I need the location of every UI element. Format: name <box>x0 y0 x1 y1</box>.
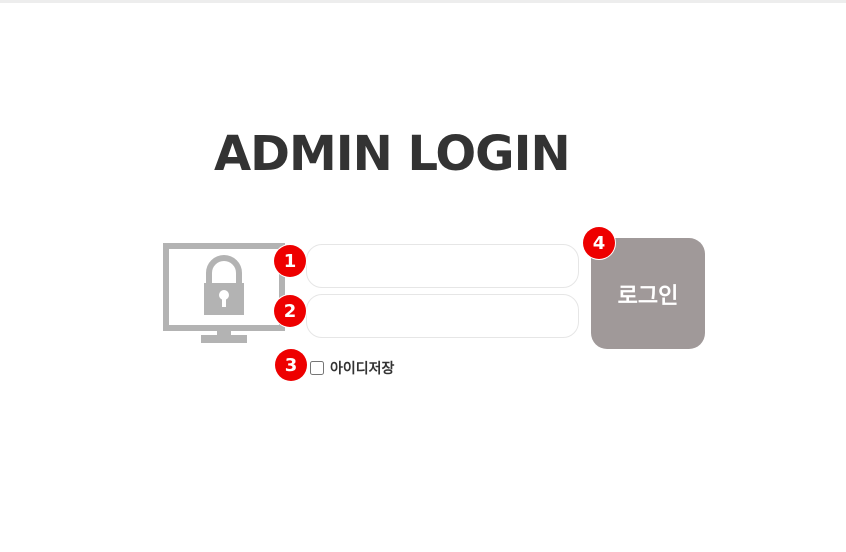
remember-id-row: 아이디저장 <box>310 358 394 378</box>
annotation-badge-1: 1 <box>274 245 306 277</box>
annotation-badge-2: 2 <box>274 295 306 327</box>
top-divider <box>0 0 846 3</box>
annotation-badge-3: 3 <box>275 349 307 381</box>
remember-id-label[interactable]: 아이디저장 <box>330 358 394 378</box>
page-title: ADMIN LOGIN <box>214 126 571 182</box>
annotation-badge-4: 4 <box>583 227 615 259</box>
monitor-lock-icon <box>163 243 285 345</box>
password-input[interactable] <box>306 294 579 338</box>
id-input[interactable] <box>306 244 579 288</box>
remember-id-checkbox[interactable] <box>310 361 324 375</box>
